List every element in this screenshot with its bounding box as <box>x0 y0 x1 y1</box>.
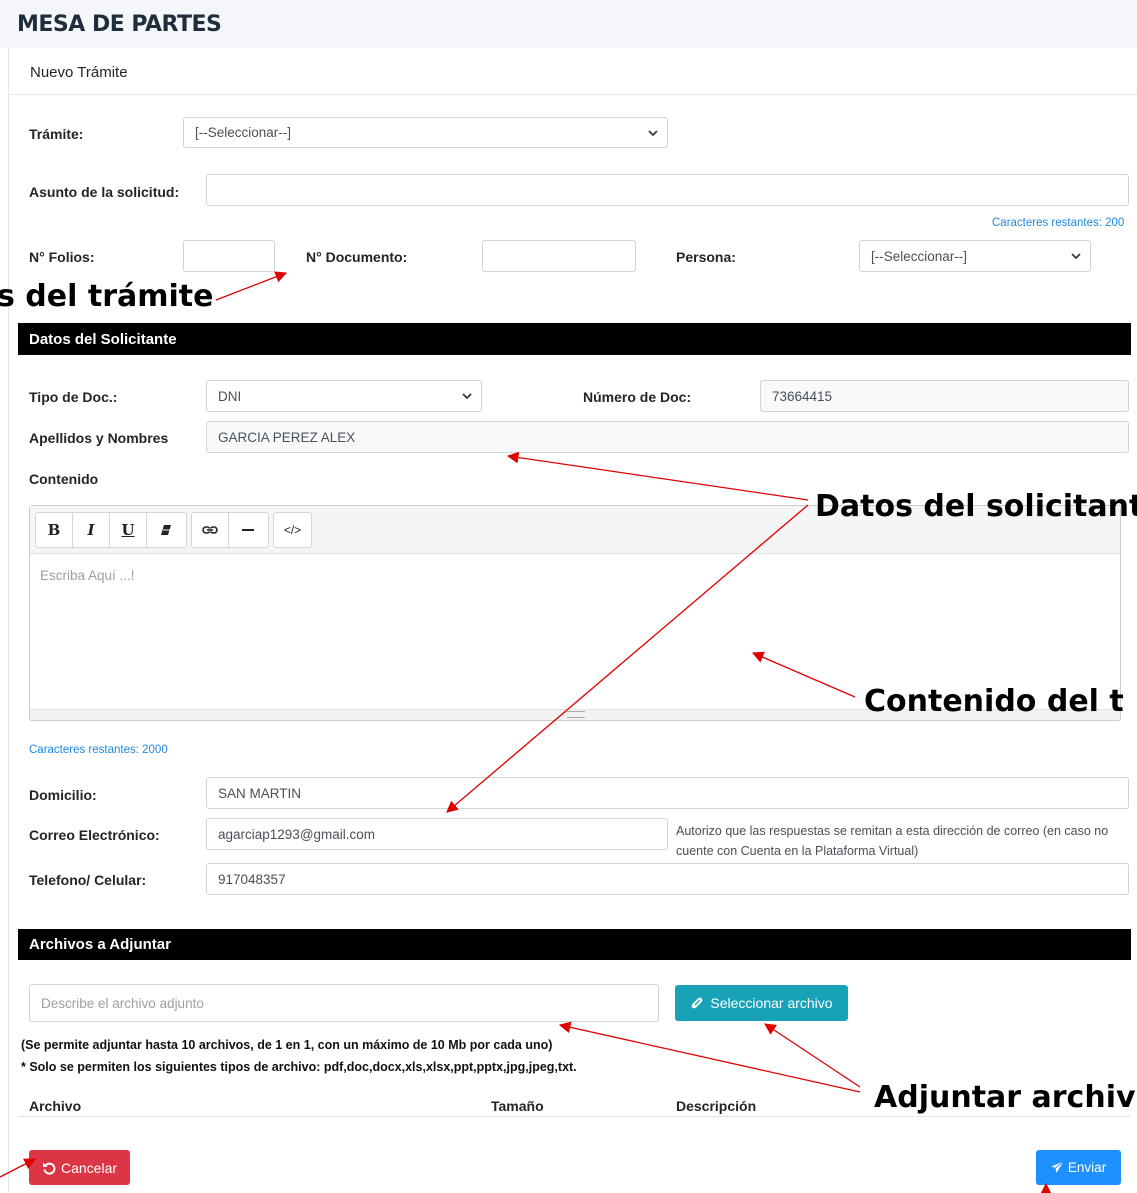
eraser-icon <box>160 525 171 535</box>
folios-input[interactable] <box>183 240 275 272</box>
cancel-button[interactable]: Cancelar <box>29 1150 130 1185</box>
telefono-label: Telefono/ Celular: <box>29 872 147 888</box>
correo-label: Correo Electrónico: <box>29 827 160 843</box>
code-view-button[interactable]: </> <box>274 513 311 547</box>
tramite-select-value: [--Seleccionar--] <box>195 125 292 140</box>
upload-limit-note: (Se permite adjuntar hasta 10 archivos, … <box>21 1038 553 1052</box>
persona-select[interactable]: [--Seleccionar--] <box>859 240 1091 272</box>
horizontal-rule-button[interactable] <box>229 513 266 547</box>
file-types-note: * Solo se permiten los siguientes tipos … <box>21 1060 577 1074</box>
describe-file-input[interactable]: Describe el archivo adjunto <box>29 984 659 1022</box>
callout-contenido: Contenido del t <box>864 684 1124 719</box>
app-title: MESA DE PARTES <box>17 12 222 37</box>
paper-plane-icon <box>1051 1161 1064 1173</box>
link-icon <box>202 526 218 534</box>
underline-button[interactable]: U <box>110 513 147 547</box>
documento-label: N° Documento: <box>306 249 408 265</box>
describe-file-placeholder: Describe el archivo adjunto <box>41 995 204 1011</box>
telefono-input[interactable]: 917048357 <box>206 863 1129 895</box>
chevron-down-icon <box>462 393 472 400</box>
editor-placeholder[interactable]: Escriba Aquí ...! <box>40 568 135 583</box>
asunto-char-counter: Caracteres restantes: 200 <box>992 217 1125 229</box>
correo-value: agarciap1293@gmail.com <box>218 826 376 842</box>
undo-icon <box>42 1162 56 1175</box>
domicilio-label: Domicilio: <box>29 787 97 803</box>
adjuntos-section-header: Archivos a Adjuntar <box>18 929 1131 960</box>
tramite-label: Trámite: <box>29 126 84 142</box>
nombres-label: Apellidos y Nombres <box>29 430 169 446</box>
content-char-counter: Caracteres restantes: 2000 <box>29 744 168 756</box>
chevron-down-icon <box>1071 253 1081 260</box>
tramite-select[interactable]: [--Seleccionar--] <box>183 117 668 148</box>
persona-label: Persona: <box>676 249 736 265</box>
col-tamano: Tamaño <box>491 1098 544 1114</box>
asunto-label: Asunto de la solicitud: <box>29 184 180 200</box>
code-group: </> <box>273 512 312 548</box>
telefono-value: 917048357 <box>218 871 286 887</box>
clear-format-button[interactable] <box>147 513 184 547</box>
nombres-input[interactable]: GARCIA PEREZ ALEX <box>206 421 1129 453</box>
documento-input[interactable] <box>482 240 636 272</box>
page-subtitle: Nuevo Trámite <box>30 64 128 81</box>
solicitante-section-header: Datos del Solicitante <box>18 323 1131 355</box>
callout-datos-tramite: s del trámite <box>0 279 214 314</box>
domicilio-value: SAN MARTIN <box>218 785 302 801</box>
correo-input[interactable]: agarciap1293@gmail.com <box>206 818 668 850</box>
italic-button[interactable]: I <box>73 513 110 547</box>
tipo-doc-select[interactable]: DNI <box>206 380 482 412</box>
solicitante-section-title: Datos del Solicitante <box>29 330 177 348</box>
grip-icon <box>567 711 585 718</box>
autorizo-text: Autorizo que las respuestas se remitan a… <box>676 824 1109 858</box>
insert-group <box>191 512 269 548</box>
numero-doc-input[interactable]: 73664415 <box>760 380 1129 412</box>
cancel-label: Cancelar <box>60 1159 118 1176</box>
domicilio-input[interactable]: SAN MARTIN <box>206 777 1129 809</box>
select-file-label: Seleccionar archivo <box>710 995 833 1011</box>
format-group: B I U <box>35 512 187 548</box>
select-file-button[interactable]: Seleccionar archivo <box>675 985 848 1021</box>
asunto-input[interactable] <box>206 174 1129 206</box>
bold-button[interactable]: B <box>36 513 73 547</box>
submit-button[interactable]: Enviar <box>1036 1150 1121 1185</box>
horizontal-rule-icon <box>241 529 254 531</box>
adjuntos-section-title: Archivos a Adjuntar <box>29 936 171 953</box>
tipo-doc-value: DNI <box>218 388 242 404</box>
col-descripcion: Descripción <box>676 1098 757 1114</box>
chevron-down-icon <box>648 129 658 136</box>
numero-doc-label: Número de Doc: <box>583 389 692 405</box>
paperclip-icon <box>692 997 703 1009</box>
nombres-value: GARCIA PEREZ ALEX <box>218 429 356 445</box>
link-button[interactable] <box>192 513 229 547</box>
numero-doc-value: 73664415 <box>772 388 833 404</box>
persona-select-value: [--Seleccionar--] <box>871 248 968 264</box>
table-header-divider <box>18 1116 1131 1117</box>
tipo-doc-label: Tipo de Doc.: <box>29 389 118 405</box>
col-archivo: Archivo <box>29 1098 82 1114</box>
folios-label: N° Folios: <box>29 249 95 265</box>
divider <box>8 94 1137 95</box>
submit-label: Enviar <box>1067 1160 1107 1175</box>
callout-adjuntar: Adjuntar archiv <box>874 1080 1136 1115</box>
contenido-label: Contenido <box>29 471 99 487</box>
callout-datos-solicitante: Datos del solicitant <box>815 489 1137 524</box>
